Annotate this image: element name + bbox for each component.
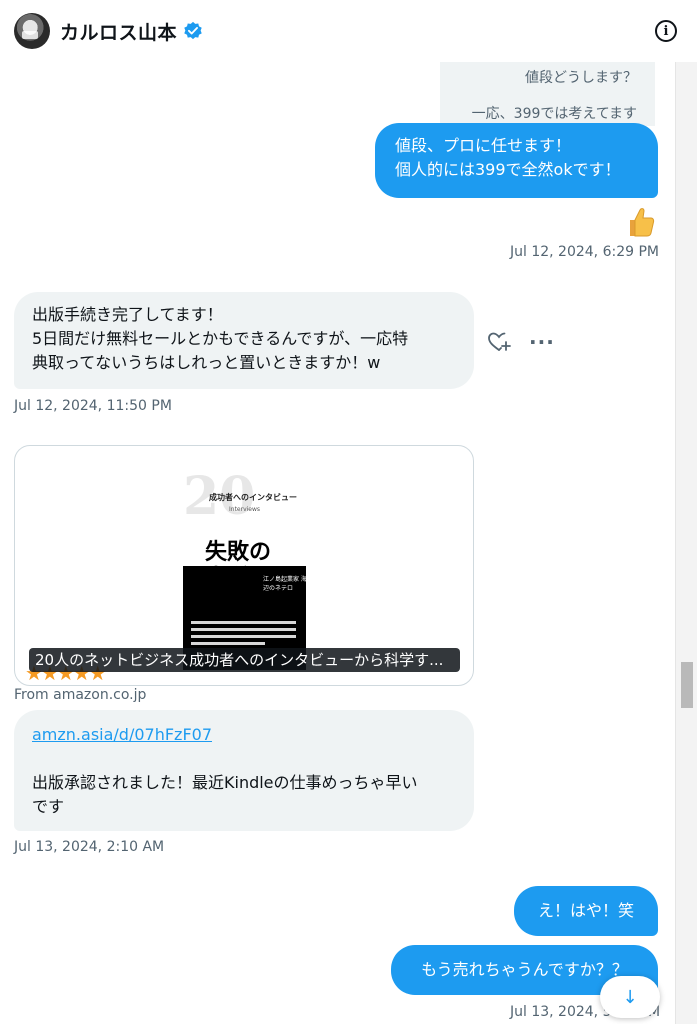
link-preview-card[interactable]: 20 成功者へのインタビュー Interviews 失敗の 本質 江ノ島起業家 …: [14, 445, 474, 686]
message-actions: ···: [487, 330, 555, 354]
thumbs-up-reaction[interactable]: [622, 206, 656, 238]
conversation-title[interactable]: カルロス山本: [60, 18, 177, 45]
message-text: え！はや！笑: [537, 901, 634, 920]
message-text: もう売れちゃうんですか？？: [421, 960, 628, 979]
book-cover-author: 江ノ島起業家 海辺のネテロ: [263, 576, 307, 592]
incoming-message-link[interactable]: amzn.asia/d/07hFzF07 出版承認されました！最近Kindleの…: [14, 710, 474, 831]
more-options-icon[interactable]: ···: [529, 330, 555, 354]
message-text: 出版承認されました！最近Kindleの仕事めっちゃ早い: [32, 773, 418, 792]
card-caption[interactable]: 20人のネットビジネス成功者へのインタビューから科学す...: [29, 648, 460, 672]
scrollbar[interactable]: [675, 62, 697, 1024]
book-cover-subtitle-en: Interviews: [229, 506, 261, 513]
amazon-link[interactable]: amzn.asia/d/07hFzF07: [32, 723, 456, 747]
timestamp: Jul 12, 2024, 11:50 PM: [14, 398, 172, 414]
conversation-scroll-area[interactable]: 値段どうします？ 一応、399では考えてます 値段、プロに任せます！ 個人的には…: [0, 0, 675, 1024]
card-source: From amazon.co.jp: [14, 687, 147, 703]
avatar[interactable]: [14, 13, 50, 49]
message-text: 値段どうします？: [525, 70, 637, 86]
thumbs-up-icon: [630, 208, 655, 237]
book-cover-subtitle: 成功者へのインタビュー: [209, 493, 297, 502]
conversation-header: カルロス山本 i: [0, 0, 697, 62]
timestamp: Jul 13, 2024, 2:10 AM: [14, 839, 165, 855]
book-cover-image: 20 成功者へのインタビュー Interviews 失敗の 本質 江ノ島起業家 …: [183, 466, 307, 670]
message-text: です: [32, 797, 65, 816]
incoming-message-publish[interactable]: 出版手続き完了してます！ 5日間だけ無料セールとかもできるんですが、一応特 典取…: [14, 292, 474, 389]
verified-badge-icon: [184, 21, 202, 40]
message-text: 値段、プロに任せます！: [395, 136, 572, 155]
outgoing-message-fast[interactable]: え！はや！笑: [514, 886, 658, 936]
arrow-down-icon: ↓: [622, 986, 638, 1008]
info-icon[interactable]: i: [655, 20, 677, 42]
book-cover-text-lines: [191, 621, 296, 649]
message-text: 5日間だけ無料セールとかもできるんですが、一応特: [32, 329, 409, 348]
scrollbar-thumb[interactable]: [681, 662, 693, 708]
message-text: 出版手続き完了してます！: [32, 305, 223, 324]
message-text: 個人的には399で全然okです！: [395, 160, 621, 179]
timestamp: Jul 12, 2024, 6:29 PM: [510, 244, 659, 260]
message-text: 典取ってないうちはしれっと置いときますか！w: [32, 353, 381, 372]
add-reaction-icon[interactable]: [487, 331, 511, 353]
outgoing-message-price[interactable]: 値段、プロに任せます！ 個人的には399で全然okです！: [375, 123, 658, 198]
scroll-to-bottom-button[interactable]: ↓: [600, 976, 660, 1018]
